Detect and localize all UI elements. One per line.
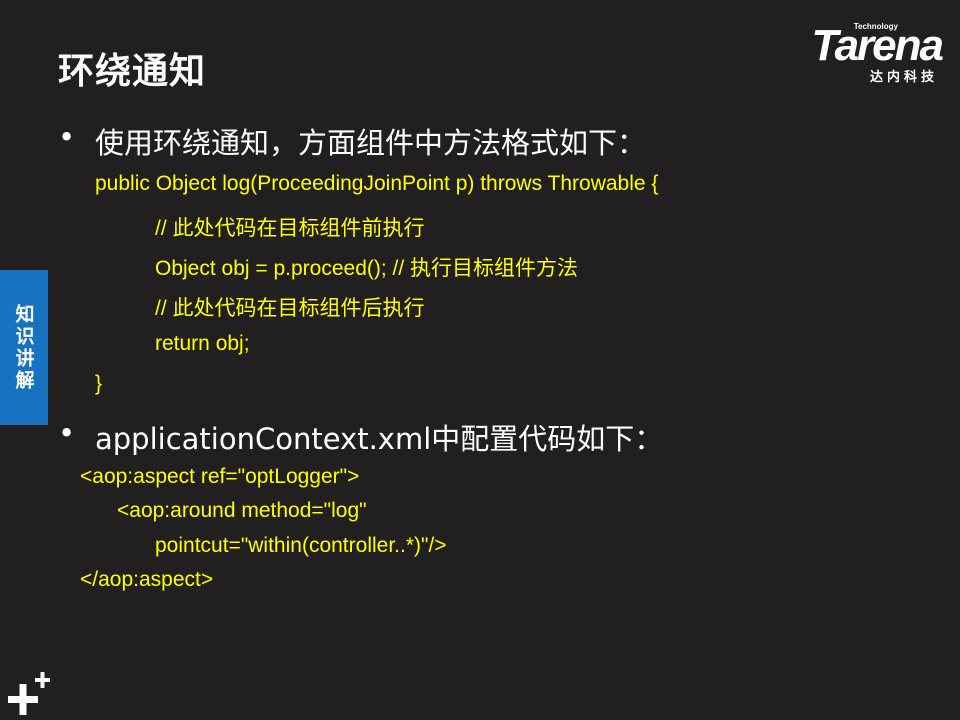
- slide-title: 环绕通知: [58, 51, 207, 92]
- bullet-text: applicationContext.xml中配置代码如下：: [95, 422, 664, 456]
- bullet-item: • applicationContext.xml中配置代码如下：: [58, 416, 664, 458]
- logo-chinese-text: 达内科技: [869, 70, 938, 85]
- logo-brand-text: Tarena: [811, 21, 944, 70]
- bullet-item: • 使用环绕通知，方面组件中方法格式如下：: [58, 120, 647, 162]
- code-line: <aop:around method="log": [117, 499, 367, 522]
- code-line: }: [95, 372, 103, 395]
- code-line: return obj;: [155, 332, 250, 355]
- side-tab: 知识讲解: [0, 270, 48, 425]
- code-line: public Object log(ProceedingJoinPoint p)…: [95, 172, 659, 195]
- code-line: // 此处代码在目标组件前执行: [155, 217, 425, 240]
- code-line: // 此处代码在目标组件后执行: [155, 297, 425, 320]
- tarena-logo: Technology Tarena 达内科技: [772, 21, 944, 85]
- code-line: </aop:aspect>: [80, 568, 214, 591]
- code-line: Object obj = p.proceed(); // 执行目标组件方法: [155, 257, 579, 280]
- plus-plus-icon: [8, 672, 50, 715]
- bullet-marker: •: [58, 120, 76, 154]
- bullet-marker: •: [58, 416, 76, 450]
- bullet-text: 使用环绕通知，方面组件中方法格式如下：: [95, 126, 647, 160]
- side-tab-label: 知识讲解: [12, 303, 35, 392]
- code-line: <aop:aspect ref="optLogger">: [80, 465, 360, 488]
- code-line: pointcut="within(controller..*)"/>: [155, 534, 447, 557]
